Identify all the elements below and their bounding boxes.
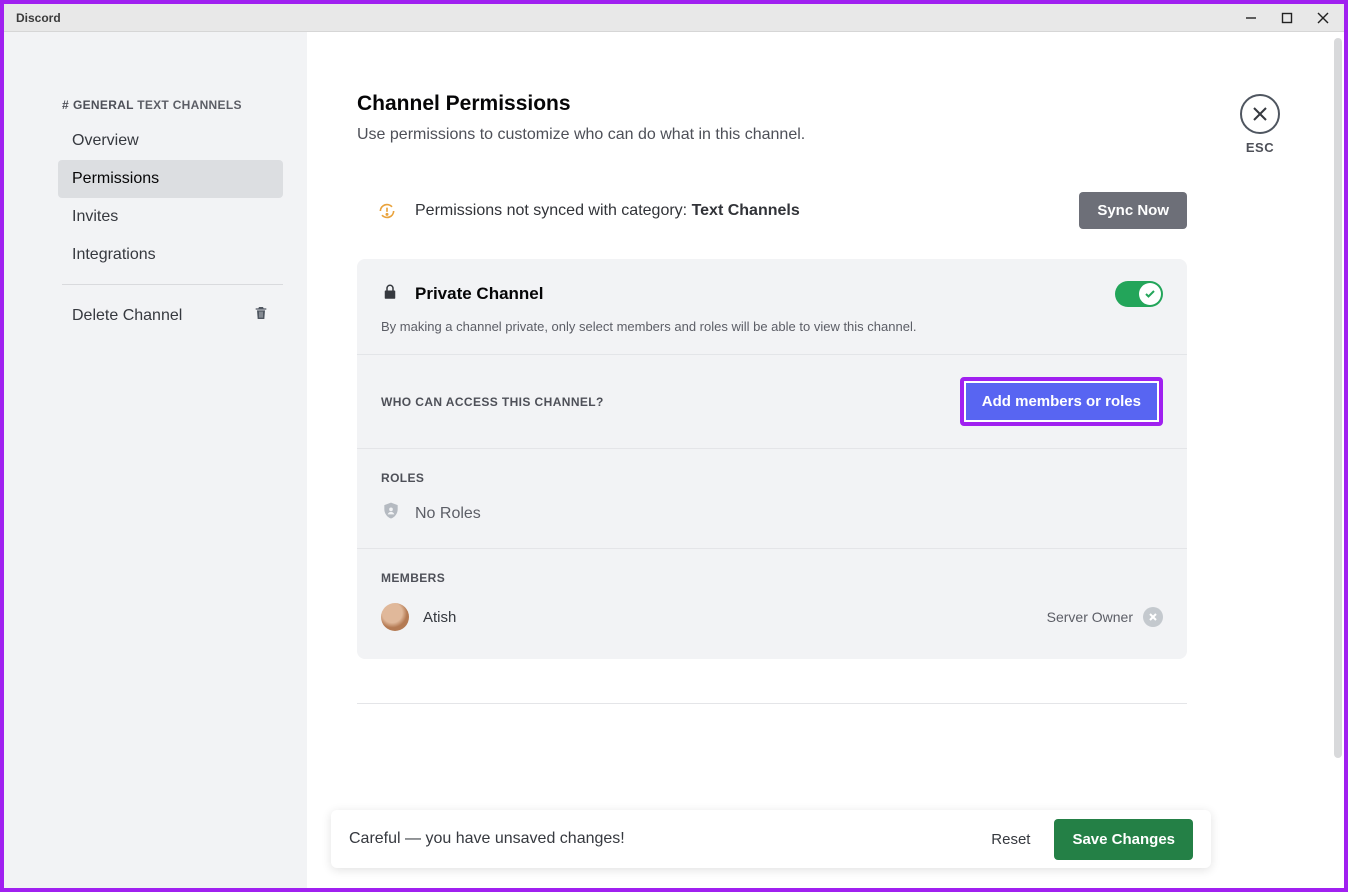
- trash-icon: [253, 305, 269, 326]
- sidebar-item-integrations[interactable]: Integrations: [58, 236, 283, 274]
- sync-now-button[interactable]: Sync Now: [1079, 192, 1187, 229]
- private-channel-section: Private Channel By making a channel priv…: [357, 259, 1187, 355]
- section-divider: [357, 703, 1187, 704]
- sidebar-item-invites[interactable]: Invites: [58, 198, 283, 236]
- sidebar-item-permissions[interactable]: Permissions: [58, 160, 283, 198]
- page-subtitle: Use permissions to customize who can do …: [357, 126, 1284, 144]
- warning-icon: [377, 201, 397, 221]
- sync-text: Permissions not synced with category: Te…: [415, 202, 800, 220]
- sidebar-item-delete-channel[interactable]: Delete Channel: [58, 295, 283, 336]
- roles-empty-text: No Roles: [415, 505, 481, 523]
- window-title: Discord: [10, 11, 61, 25]
- unsaved-changes-bar: Careful — you have unsaved changes! Rese…: [331, 810, 1211, 868]
- settings-sidebar: # GENERAL TEXT CHANNELS Overview Permissi…: [4, 32, 307, 888]
- roles-label: ROLES: [381, 471, 1163, 485]
- remove-member-button[interactable]: [1143, 607, 1163, 627]
- scroll-area: Channel Permissions Use permissions to c…: [307, 32, 1344, 888]
- reset-button[interactable]: Reset: [977, 823, 1044, 856]
- private-channel-toggle[interactable]: [1115, 281, 1163, 307]
- roles-empty-row: No Roles: [381, 485, 1163, 526]
- permissions-panel: Private Channel By making a channel priv…: [357, 259, 1187, 659]
- minimize-button[interactable]: [1242, 9, 1260, 27]
- toggle-knob: [1139, 283, 1161, 305]
- titlebar: Discord: [4, 4, 1344, 32]
- channel-name: GENERAL: [73, 98, 134, 112]
- hash-icon: #: [62, 98, 69, 112]
- private-channel-description: By making a channel private, only select…: [381, 319, 1163, 334]
- add-members-or-roles-button[interactable]: Add members or roles: [964, 381, 1159, 422]
- save-changes-button[interactable]: Save Changes: [1054, 819, 1193, 860]
- channel-category: TEXT CHANNELS: [137, 98, 242, 112]
- shield-icon: [381, 501, 401, 526]
- member-role: Server Owner: [1047, 609, 1133, 625]
- page-title: Channel Permissions: [357, 92, 1284, 116]
- delete-channel-label: Delete Channel: [72, 307, 182, 325]
- members-label: MEMBERS: [381, 571, 1163, 585]
- member-row: Atish Server Owner: [381, 603, 1163, 631]
- sidebar-header: # GENERAL TEXT CHANNELS: [58, 92, 293, 122]
- highlight-box: Add members or roles: [960, 377, 1163, 426]
- roles-section: ROLES No Roles: [357, 449, 1187, 549]
- content-area: ESC Channel Permissions Use permissions …: [307, 32, 1344, 888]
- maximize-button[interactable]: [1278, 9, 1296, 27]
- access-label: WHO CAN ACCESS THIS CHANNEL?: [381, 395, 604, 409]
- close-window-button[interactable]: [1314, 9, 1332, 27]
- member-name: Atish: [423, 609, 456, 626]
- unsaved-message: Careful — you have unsaved changes!: [349, 830, 625, 848]
- sidebar-divider: [62, 284, 283, 285]
- app-body: # GENERAL TEXT CHANNELS Overview Permissi…: [4, 32, 1344, 888]
- window-controls: [1242, 9, 1338, 27]
- access-section: WHO CAN ACCESS THIS CHANNEL? Add members…: [357, 355, 1187, 449]
- sidebar-item-overview[interactable]: Overview: [58, 122, 283, 160]
- app-frame: Discord # GENERAL TEXT CHANNELS Overview …: [0, 0, 1348, 892]
- lock-icon: [381, 283, 399, 306]
- members-section: MEMBERS Atish Server Owner: [357, 549, 1187, 659]
- avatar: [381, 603, 409, 631]
- private-channel-title: Private Channel: [415, 284, 544, 304]
- sync-notice: Permissions not synced with category: Te…: [357, 184, 1187, 259]
